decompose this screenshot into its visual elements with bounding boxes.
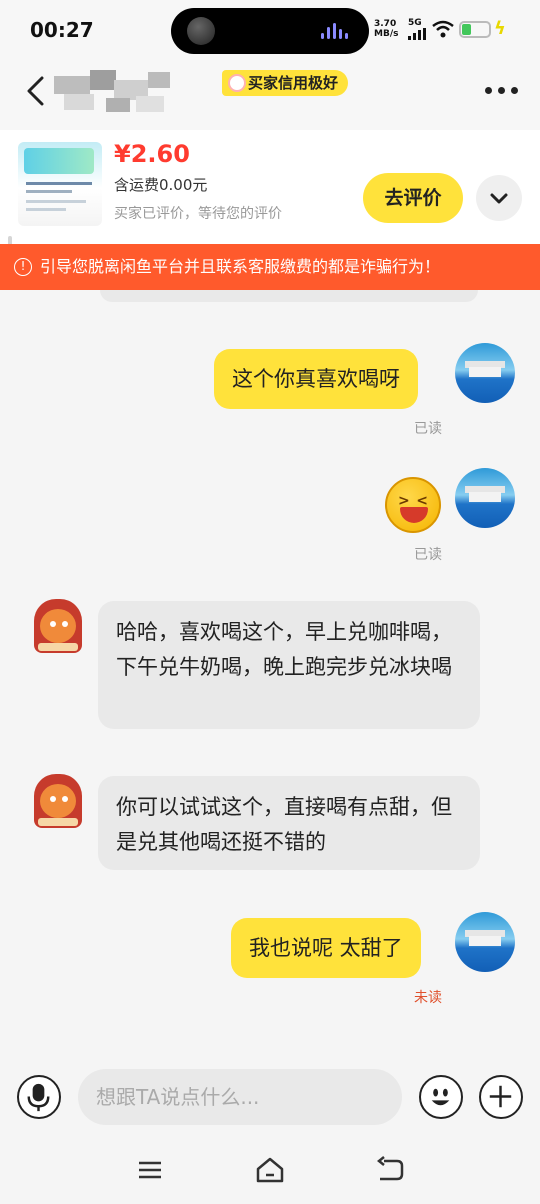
alert-icon: !	[14, 258, 32, 276]
network-type: 5G	[408, 18, 422, 28]
message-text: 我也说呢 太甜了	[249, 936, 403, 960]
shipping-info: 含运费0.00元	[114, 176, 208, 194]
plus-icon	[489, 1085, 512, 1108]
chevron-left-icon[interactable]	[22, 76, 52, 106]
home-icon[interactable]	[254, 1154, 286, 1186]
product-thumbnail[interactable]	[18, 142, 102, 226]
wifi-icon	[432, 20, 454, 38]
read-status: 已读	[414, 547, 442, 563]
audio-wave-icon	[321, 23, 349, 39]
message-input[interactable]	[78, 1069, 402, 1125]
message-text: 你可以试试这个，直接喝有点甜，但是兑其他喝还挺不错的	[116, 795, 452, 854]
more-options-button[interactable]	[479, 1075, 523, 1119]
battery-icon	[459, 21, 491, 38]
net-speed-value: 3.70	[374, 19, 397, 29]
chevron-down-icon	[490, 193, 508, 204]
seller-avatar[interactable]	[34, 599, 84, 653]
message-bubble-me[interactable]: 我也说呢 太甜了	[231, 918, 421, 978]
status-bar: 00:27 3.70 MB/s 5G ϟ	[0, 0, 540, 60]
my-avatar[interactable]	[455, 343, 515, 403]
message-bubble-me[interactable]: 这个你真喜欢喝呀	[214, 349, 418, 409]
message-text: 哈哈，喜欢喝这个，早上兑咖啡喝，下午兑牛奶喝，晚上跑完步兑冰块喝	[116, 620, 452, 679]
more-dots-icon[interactable]	[485, 87, 519, 95]
fraud-warning-banner: ! 引导您脱离闲鱼平台并且联系客服缴费的都是诈骗行为！	[0, 244, 540, 290]
my-avatar[interactable]	[455, 468, 515, 528]
dynamic-island[interactable]	[171, 8, 369, 54]
message-input-bar	[0, 1060, 540, 1136]
island-avatar	[187, 17, 215, 45]
microphone-icon	[27, 1083, 50, 1112]
menu-icon[interactable]	[134, 1154, 166, 1186]
system-nav-bar	[0, 1136, 540, 1204]
my-avatar[interactable]	[455, 912, 515, 972]
emoji-button[interactable]	[419, 1075, 463, 1119]
message-bubble-other[interactable]: 哈哈，喜欢喝这个，早上兑咖啡喝，下午兑牛奶喝，晚上跑完步兑冰块喝	[98, 601, 480, 729]
expand-button[interactable]	[476, 175, 522, 221]
signal-icon	[408, 28, 426, 40]
status-time: 00:27	[30, 18, 94, 42]
credit-badge: 买家信用极好	[222, 70, 349, 96]
unread-status: 未读	[414, 990, 442, 1006]
product-price: ¥2.60	[114, 140, 190, 168]
contact-name-blurred	[50, 66, 180, 116]
battery-level	[462, 24, 471, 35]
evaluation-status: 买家已评价，等待您的评价	[114, 206, 282, 222]
voice-button[interactable]	[17, 1075, 61, 1119]
charging-bolt-icon: ϟ	[494, 18, 506, 39]
seller-avatar[interactable]	[34, 774, 84, 828]
evaluate-button[interactable]: 去评价	[363, 173, 463, 223]
net-speed: 3.70 MB/s	[374, 19, 398, 39]
chat-header: 买家信用极好	[0, 60, 540, 130]
credit-badge-label: 买家信用极好	[248, 74, 339, 92]
read-status: 已读	[414, 421, 442, 437]
net-speed-unit: MB/s	[374, 29, 399, 39]
previous-message-bubble	[100, 290, 478, 302]
message-text: 这个你真喜欢喝呀	[232, 367, 400, 391]
laughing-emoji-icon[interactable]: > <	[385, 477, 441, 533]
product-card[interactable]: ¥2.60 含运费0.00元 买家已评价，等待您的评价 去评价	[0, 130, 540, 244]
back-icon[interactable]	[374, 1154, 406, 1186]
warning-text: 引导您脱离闲鱼平台并且联系客服缴费的都是诈骗行为！	[40, 257, 441, 276]
message-bubble-other[interactable]: 你可以试试这个，直接喝有点甜，但是兑其他喝还挺不错的	[98, 776, 480, 870]
credit-badge-icon	[228, 74, 246, 92]
smiley-icon	[431, 1088, 450, 1106]
